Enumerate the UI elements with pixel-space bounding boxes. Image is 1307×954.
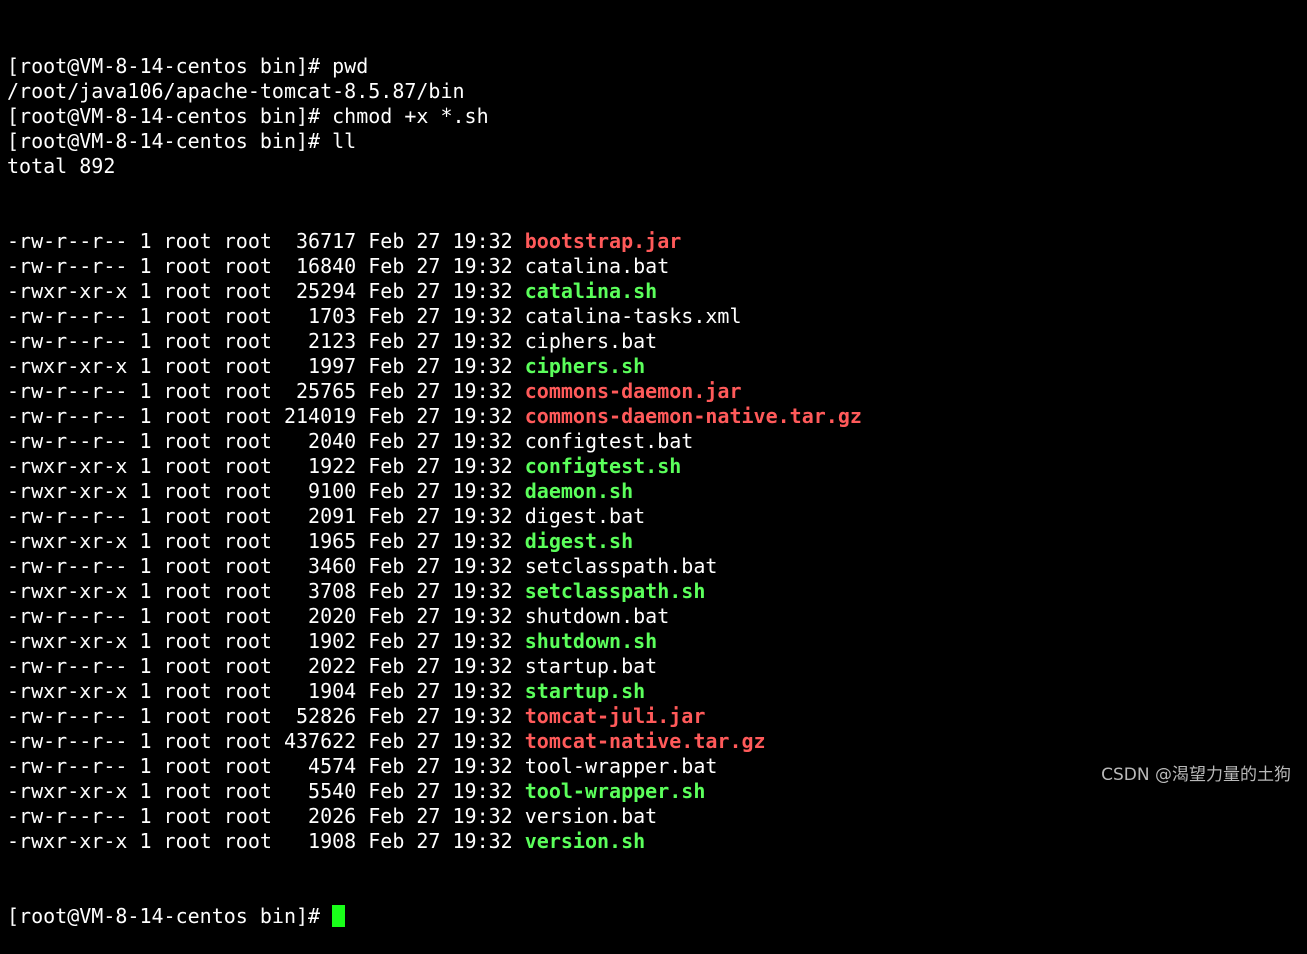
file-name: setclasspath.bat: [524, 554, 718, 578]
file-meta: -rw-r--r-- 1 root root 214019 Feb 27 19:…: [7, 404, 525, 428]
file-meta: -rwxr-xr-x 1 root root 5540 Feb 27 19:32: [7, 779, 525, 803]
file-meta: -rw-r--r-- 1 root root 2123 Feb 27 19:32: [7, 329, 525, 353]
file-name: tomcat-native.tar.gz: [524, 729, 766, 753]
file-name: setclasspath.sh: [524, 579, 706, 603]
file-meta: -rwxr-xr-x 1 root root 1902 Feb 27 19:32: [7, 629, 525, 653]
file-row: -rwxr-xr-x 1 root root 3708 Feb 27 19:32…: [7, 579, 1307, 604]
file-meta: -rwxr-xr-x 1 root root 1908 Feb 27 19:32: [7, 829, 525, 853]
file-meta: -rwxr-xr-x 1 root root 3708 Feb 27 19:32: [7, 579, 525, 603]
file-name: shutdown.sh: [524, 629, 658, 653]
file-meta: -rwxr-xr-x 1 root root 25294 Feb 27 19:3…: [7, 279, 525, 303]
command-history: [root@VM-8-14-centos bin]# pwd/root/java…: [7, 54, 1307, 179]
file-name: commons-daemon-native.tar.gz: [524, 404, 862, 428]
terminal-window[interactable]: [root@VM-8-14-centos bin]# pwd/root/java…: [0, 0, 1307, 928]
file-name: digest.bat: [524, 504, 646, 528]
file-name: bootstrap.jar: [524, 229, 682, 253]
file-row: -rw-r--r-- 1 root root 2091 Feb 27 19:32…: [7, 504, 1307, 529]
file-meta: -rw-r--r-- 1 root root 2040 Feb 27 19:32: [7, 429, 525, 453]
terminal-line: [root@VM-8-14-centos bin]# ll: [7, 129, 357, 153]
file-meta: -rw-r--r-- 1 root root 2091 Feb 27 19:32: [7, 504, 525, 528]
file-name: commons-daemon.jar: [524, 379, 742, 403]
text-cursor: [332, 905, 346, 927]
file-row: -rw-r--r-- 1 root root 36717 Feb 27 19:3…: [7, 229, 1307, 254]
file-name: version.sh: [524, 829, 646, 853]
file-name: configtest.bat: [524, 429, 694, 453]
file-row: -rwxr-xr-x 1 root root 1902 Feb 27 19:32…: [7, 629, 1307, 654]
file-meta: -rwxr-xr-x 1 root root 1997 Feb 27 19:32: [7, 354, 525, 378]
file-name: shutdown.bat: [524, 604, 670, 628]
file-row: -rw-r--r-- 1 root root 2020 Feb 27 19:32…: [7, 604, 1307, 629]
file-meta: -rw-r--r-- 1 root root 437622 Feb 27 19:…: [7, 729, 525, 753]
file-name: startup.bat: [524, 654, 658, 678]
file-row: -rwxr-xr-x 1 root root 25294 Feb 27 19:3…: [7, 279, 1307, 304]
file-name: ciphers.bat: [524, 329, 658, 353]
file-name: version.bat: [524, 804, 658, 828]
file-meta: -rw-r--r-- 1 root root 2026 Feb 27 19:32: [7, 804, 525, 828]
file-name: ciphers.sh: [524, 354, 646, 378]
file-row: -rw-r--r-- 1 root root 2022 Feb 27 19:32…: [7, 654, 1307, 679]
file-meta: -rwxr-xr-x 1 root root 1965 Feb 27 19:32: [7, 529, 525, 553]
csdn-watermark: CSDN @渴望力量的土狗: [1101, 765, 1291, 785]
file-row: -rwxr-xr-x 1 root root 1965 Feb 27 19:32…: [7, 529, 1307, 554]
file-row: -rwxr-xr-x 1 root root 1922 Feb 27 19:32…: [7, 454, 1307, 479]
file-row: -rw-r--r-- 1 root root 2040 Feb 27 19:32…: [7, 429, 1307, 454]
file-name: daemon.sh: [524, 479, 634, 503]
file-meta: -rw-r--r-- 1 root root 2022 Feb 27 19:32: [7, 654, 525, 678]
file-meta: -rw-r--r-- 1 root root 2020 Feb 27 19:32: [7, 604, 525, 628]
file-row: -rwxr-xr-x 1 root root 1904 Feb 27 19:32…: [7, 679, 1307, 704]
file-meta: -rwxr-xr-x 1 root root 1904 Feb 27 19:32: [7, 679, 525, 703]
file-meta: -rw-r--r-- 1 root root 4574 Feb 27 19:32: [7, 754, 525, 778]
file-name: tomcat-juli.jar: [524, 704, 706, 728]
file-name: catalina.sh: [524, 279, 658, 303]
terminal-line: [root@VM-8-14-centos bin]# chmod +x *.sh: [7, 104, 489, 128]
shell-prompt: [root@VM-8-14-centos bin]#: [7, 904, 333, 928]
file-row: -rw-r--r-- 1 root root 437622 Feb 27 19:…: [7, 729, 1307, 754]
file-row: -rw-r--r-- 1 root root 3460 Feb 27 19:32…: [7, 554, 1307, 579]
file-meta: -rw-r--r-- 1 root root 36717 Feb 27 19:3…: [7, 229, 525, 253]
prompt-line[interactable]: [root@VM-8-14-centos bin]#: [7, 904, 1307, 929]
file-name: startup.sh: [524, 679, 646, 703]
file-meta: -rw-r--r-- 1 root root 25765 Feb 27 19:3…: [7, 379, 525, 403]
terminal-line: /root/java106/apache-tomcat-8.5.87/bin: [7, 79, 465, 103]
file-row: -rw-r--r-- 1 root root 1703 Feb 27 19:32…: [7, 304, 1307, 329]
terminal-line: total 892: [7, 154, 116, 178]
file-name: configtest.sh: [524, 454, 682, 478]
file-meta: -rw-r--r-- 1 root root 3460 Feb 27 19:32: [7, 554, 525, 578]
file-name: tool-wrapper.sh: [524, 779, 706, 803]
file-row: -rwxr-xr-x 1 root root 9100 Feb 27 19:32…: [7, 479, 1307, 504]
file-meta: -rwxr-xr-x 1 root root 1922 Feb 27 19:32: [7, 454, 525, 478]
file-row: -rw-r--r-- 1 root root 214019 Feb 27 19:…: [7, 404, 1307, 429]
file-row: -rw-r--r-- 1 root root 2123 Feb 27 19:32…: [7, 329, 1307, 354]
file-name: tool-wrapper.bat: [524, 754, 718, 778]
file-row: -rw-r--r-- 1 root root 2026 Feb 27 19:32…: [7, 804, 1307, 829]
file-meta: -rw-r--r-- 1 root root 52826 Feb 27 19:3…: [7, 704, 525, 728]
file-name: catalina-tasks.xml: [524, 304, 742, 328]
file-meta: -rwxr-xr-x 1 root root 9100 Feb 27 19:32: [7, 479, 525, 503]
file-name: digest.sh: [524, 529, 634, 553]
file-row: -rwxr-xr-x 1 root root 1997 Feb 27 19:32…: [7, 354, 1307, 379]
file-row: -rw-r--r-- 1 root root 25765 Feb 27 19:3…: [7, 379, 1307, 404]
file-row: -rw-r--r-- 1 root root 16840 Feb 27 19:3…: [7, 254, 1307, 279]
file-meta: -rw-r--r-- 1 root root 16840 Feb 27 19:3…: [7, 254, 525, 278]
file-name: catalina.bat: [524, 254, 670, 278]
terminal-line: [root@VM-8-14-centos bin]# pwd: [7, 54, 369, 78]
file-row: -rwxr-xr-x 1 root root 1908 Feb 27 19:32…: [7, 829, 1307, 854]
file-meta: -rw-r--r-- 1 root root 1703 Feb 27 19:32: [7, 304, 525, 328]
file-row: -rw-r--r-- 1 root root 52826 Feb 27 19:3…: [7, 704, 1307, 729]
